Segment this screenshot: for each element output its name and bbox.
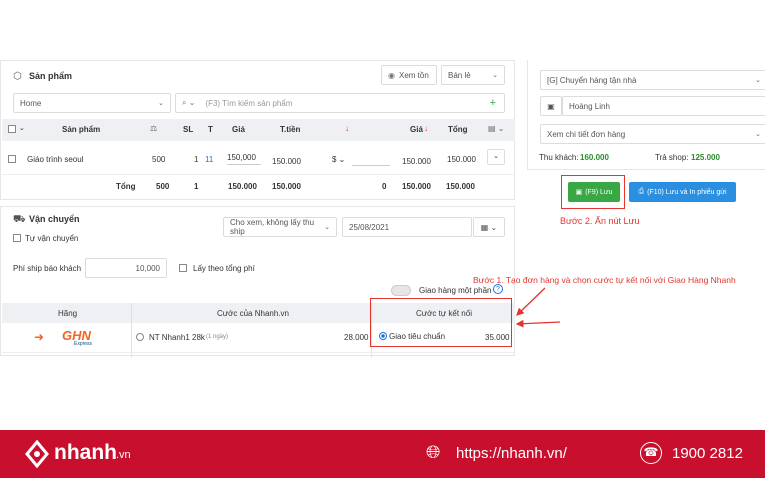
nhanh-logo-icon xyxy=(24,439,50,469)
globe-icon: 🌐︎ xyxy=(426,442,441,462)
arrow-to-row-line xyxy=(515,319,561,328)
phone-number[interactable]: 1900 2812 xyxy=(672,445,743,462)
brand-suffix: .vn xyxy=(116,449,131,461)
annotation-arrows xyxy=(515,287,561,328)
arrow-to-highlight-line xyxy=(516,287,546,316)
phone-icon: ☎ xyxy=(640,442,662,464)
footer-bar: nhanh .vn 🌐︎ https://nhanh.vn/ ☎ 1900 28… xyxy=(0,430,765,478)
website-link[interactable]: https://nhanh.vn/ xyxy=(456,445,567,462)
brand-name: nhanh xyxy=(54,441,117,464)
